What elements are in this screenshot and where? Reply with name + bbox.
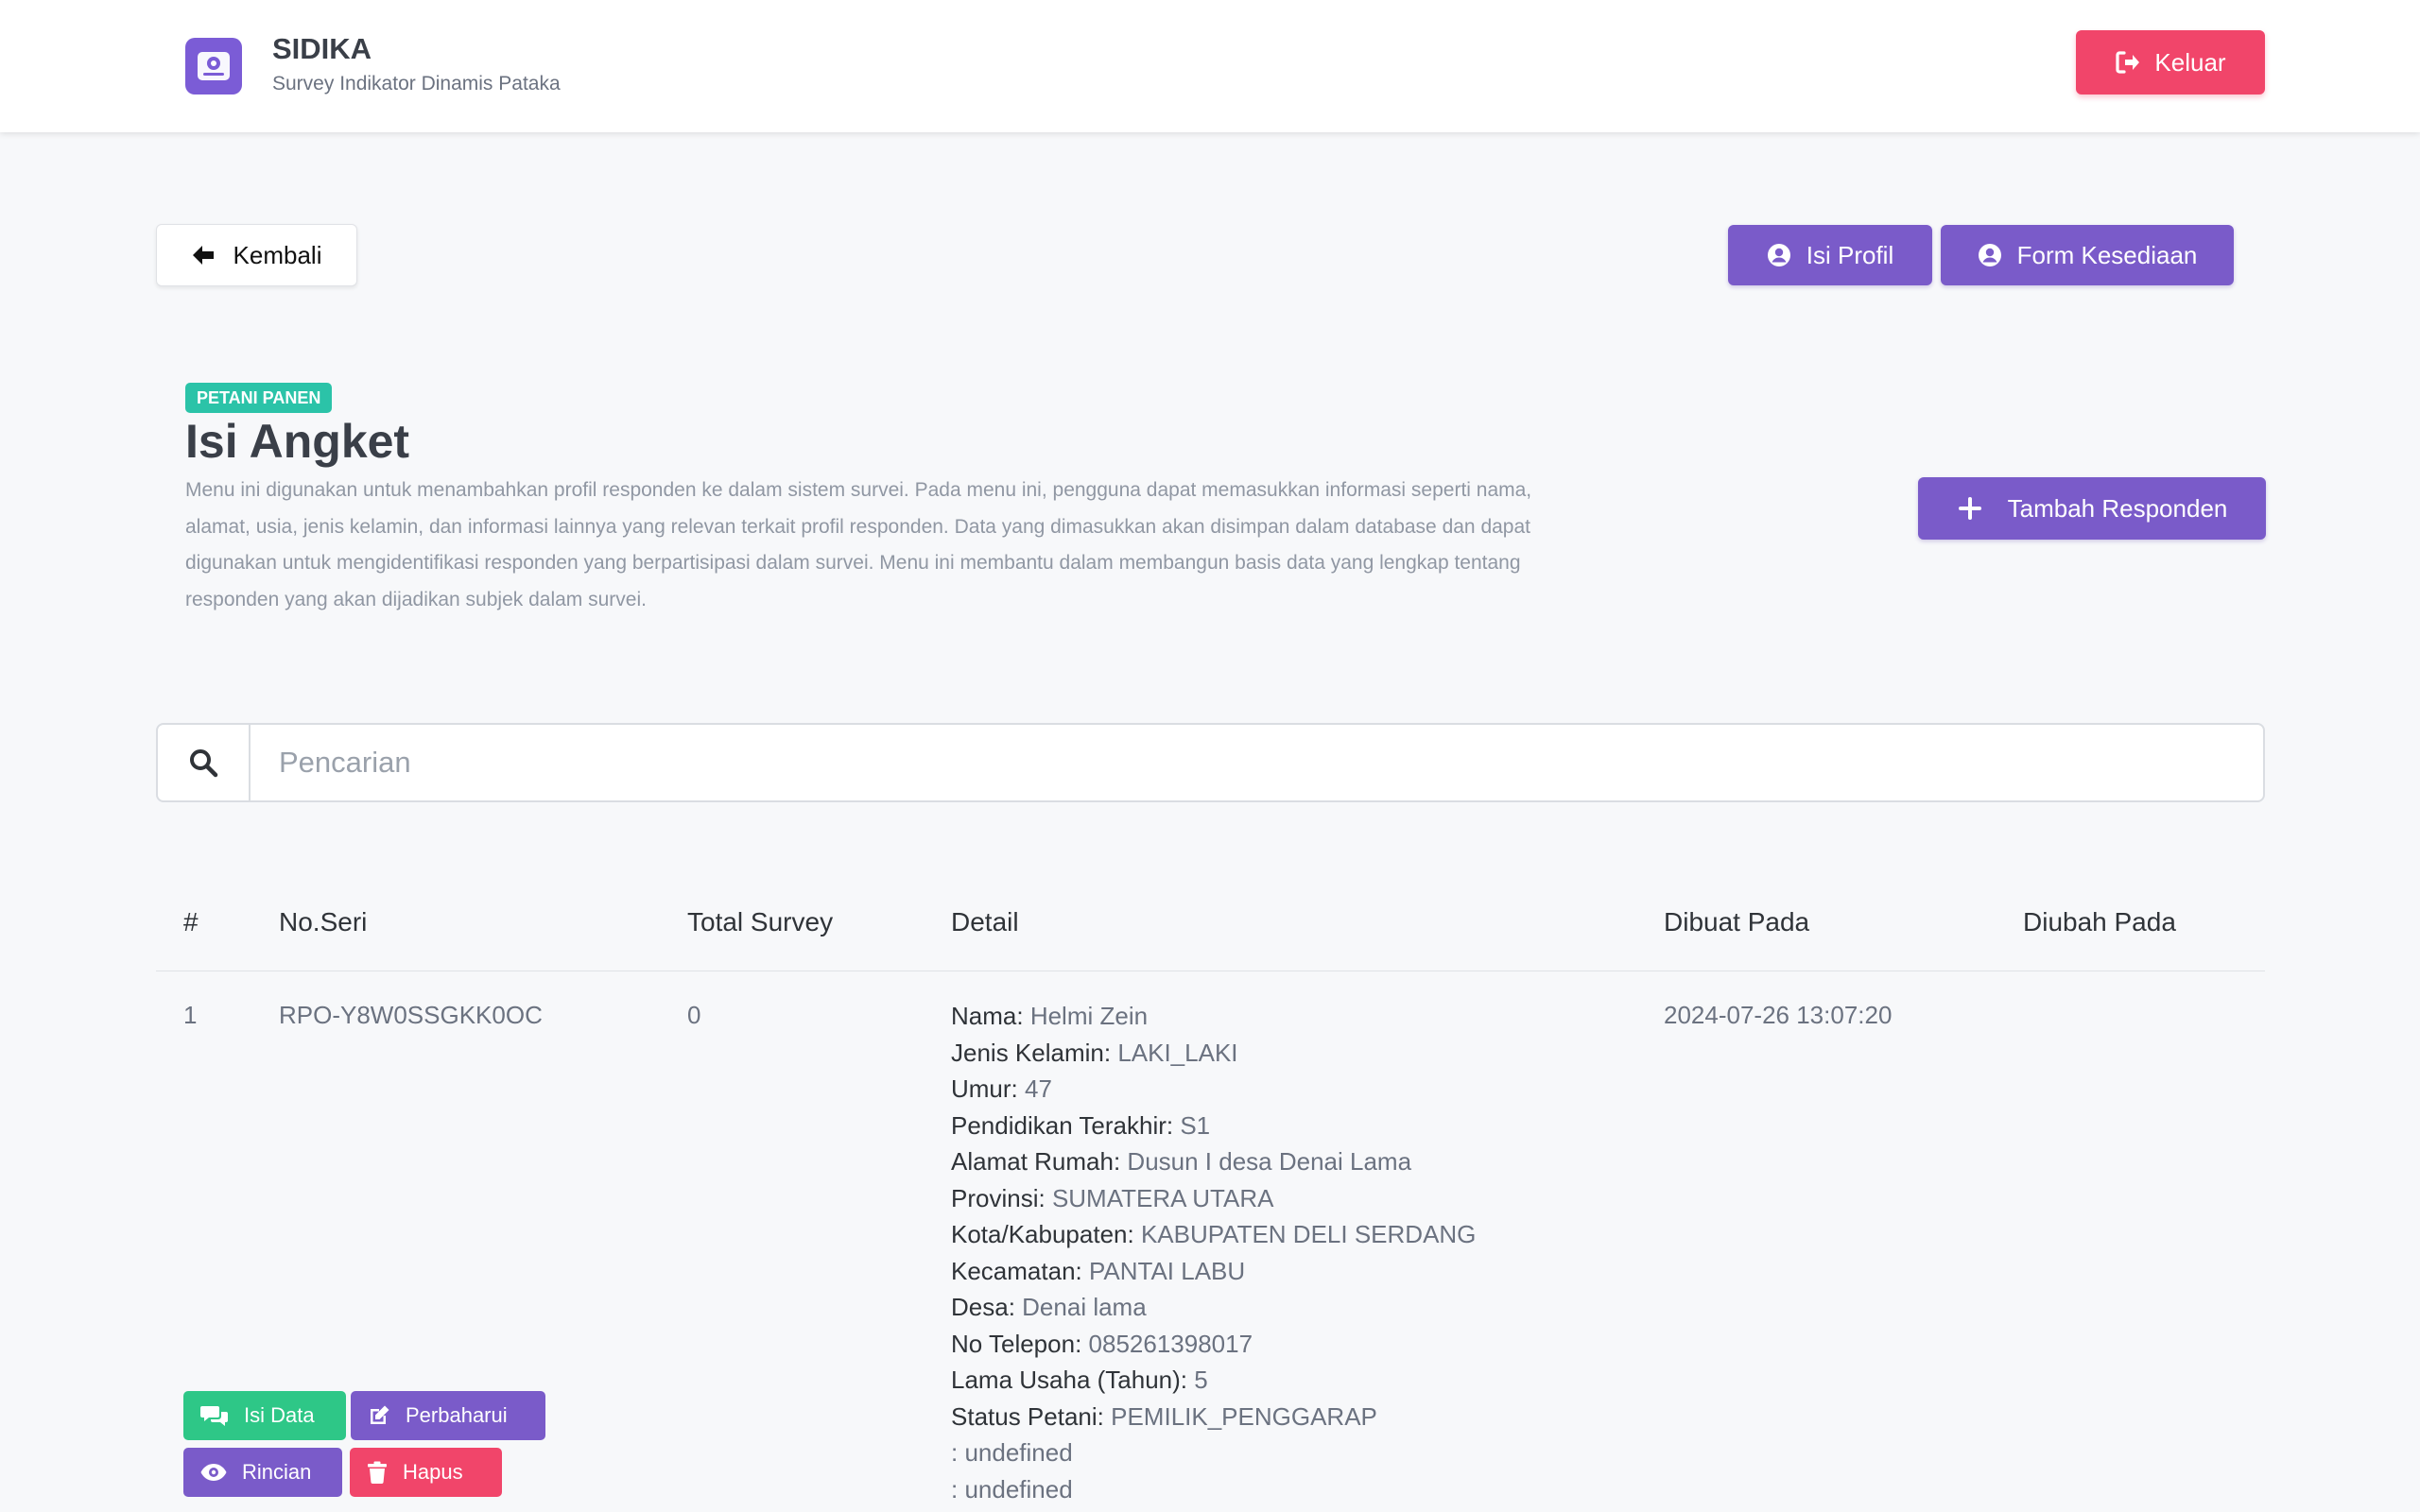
page-title: Isi Angket <box>185 415 410 468</box>
logout-label: Keluar <box>2154 47 2226 77</box>
detail-line: Nama: Helmi Zein <box>951 1002 1149 1030</box>
details-label: Rincian <box>242 1460 312 1484</box>
logout-button[interactable]: Keluar <box>2076 30 2265 94</box>
back-label: Kembali <box>233 240 322 269</box>
row-created-at: 2024-07-26 13:07:20 <box>1664 1001 1893 1029</box>
edit-icon <box>371 1405 389 1424</box>
app-logo <box>185 38 242 94</box>
app-subtitle: Survey Indikator Dinamis Pataka <box>272 73 561 94</box>
detail-line: Lama Usaha (Tahun): 5 <box>951 1366 1208 1394</box>
row-index: 1 <box>183 1001 198 1029</box>
detail-line: Pendidikan Terakhir: S1 <box>951 1110 1211 1140</box>
detail-line: : undefined <box>951 1474 1073 1503</box>
row-detail: Nama: Helmi Zein Jenis Kelamin: LAKI_LAK… <box>951 998 1476 1507</box>
detail-line: Umur: 47 <box>951 1074 1052 1103</box>
app-title: SIDIKA <box>272 32 372 65</box>
detail-line: Jenis Kelamin: LAKI_LAKI <box>951 1038 1238 1067</box>
fill-data-button[interactable]: Isi Data <box>183 1391 346 1440</box>
search-bar <box>156 723 2265 802</box>
detail-line: Provinsi: SUMATERA UTARA <box>951 1183 1274 1212</box>
page-description: Menu ini digunakan untuk menambahkan pro… <box>185 479 1532 610</box>
fill-data-label: Isi Data <box>244 1403 315 1427</box>
comments-icon <box>200 1406 228 1426</box>
row-total-survey: 0 <box>687 1001 701 1029</box>
sign-out-icon <box>2116 51 2140 74</box>
add-respondent-label: Tambah Responden <box>2007 493 2228 523</box>
consent-form-button[interactable]: Form Kesediaan <box>1941 225 2234 285</box>
user-circle-icon <box>1978 244 2001 266</box>
eye-icon <box>200 1464 227 1481</box>
detail-line: Kota/Kabupaten: KABUPATEN DELI SERDANG <box>951 1220 1477 1248</box>
fill-profile-button[interactable]: Isi Profil <box>1728 225 1932 285</box>
add-respondent-button[interactable]: Tambah Responden <box>1918 477 2266 540</box>
detail-line: Alamat Rumah: Dusun I desa Denai Lama <box>951 1147 1412 1176</box>
detail-line: Desa: Denai lama <box>951 1293 1147 1321</box>
row-serial: RPO-Y8W0SSGKK0OC <box>279 1001 543 1029</box>
details-button[interactable]: Rincian <box>183 1448 342 1497</box>
column-header-created: Dibuat Pada <box>1664 907 1810 936</box>
detail-line: No Telepon: 085261398017 <box>951 1329 1253 1358</box>
column-header-detail: Detail <box>951 907 1019 936</box>
search-input[interactable] <box>251 725 2255 800</box>
column-header-index: # <box>183 907 199 936</box>
update-button[interactable]: Perbaharui <box>351 1391 545 1440</box>
arrow-left-icon <box>192 246 214 265</box>
detail-line: Kecamatan: PANTAI LABU <box>951 1256 1246 1285</box>
category-badge: PETANI PANEN <box>185 383 333 413</box>
logo-icon <box>198 52 230 80</box>
plus-icon <box>1958 497 1981 520</box>
delete-button[interactable]: Hapus <box>350 1448 502 1497</box>
column-header-updated: Diubah Pada <box>2023 907 2176 936</box>
update-label: Perbaharui <box>406 1403 508 1427</box>
back-button[interactable]: Kembali <box>156 224 357 286</box>
detail-line: : undefined <box>951 1438 1073 1467</box>
column-header-total: Total Survey <box>687 907 834 936</box>
detail-line: Status Petani: PEMILIK_PENGGARAP <box>951 1401 1377 1431</box>
trash-icon <box>368 1461 387 1484</box>
user-circle-icon <box>1767 244 1790 266</box>
search-icon[interactable] <box>158 725 251 800</box>
delete-label: Hapus <box>403 1460 463 1484</box>
app-header: SIDIKA Survey Indikator Dinamis Pataka K… <box>0 0 2420 132</box>
column-header-serial: No.Seri <box>279 907 368 936</box>
consent-form-label: Form Kesediaan <box>2016 240 2198 269</box>
fill-profile-label: Isi Profil <box>1806 240 1894 269</box>
